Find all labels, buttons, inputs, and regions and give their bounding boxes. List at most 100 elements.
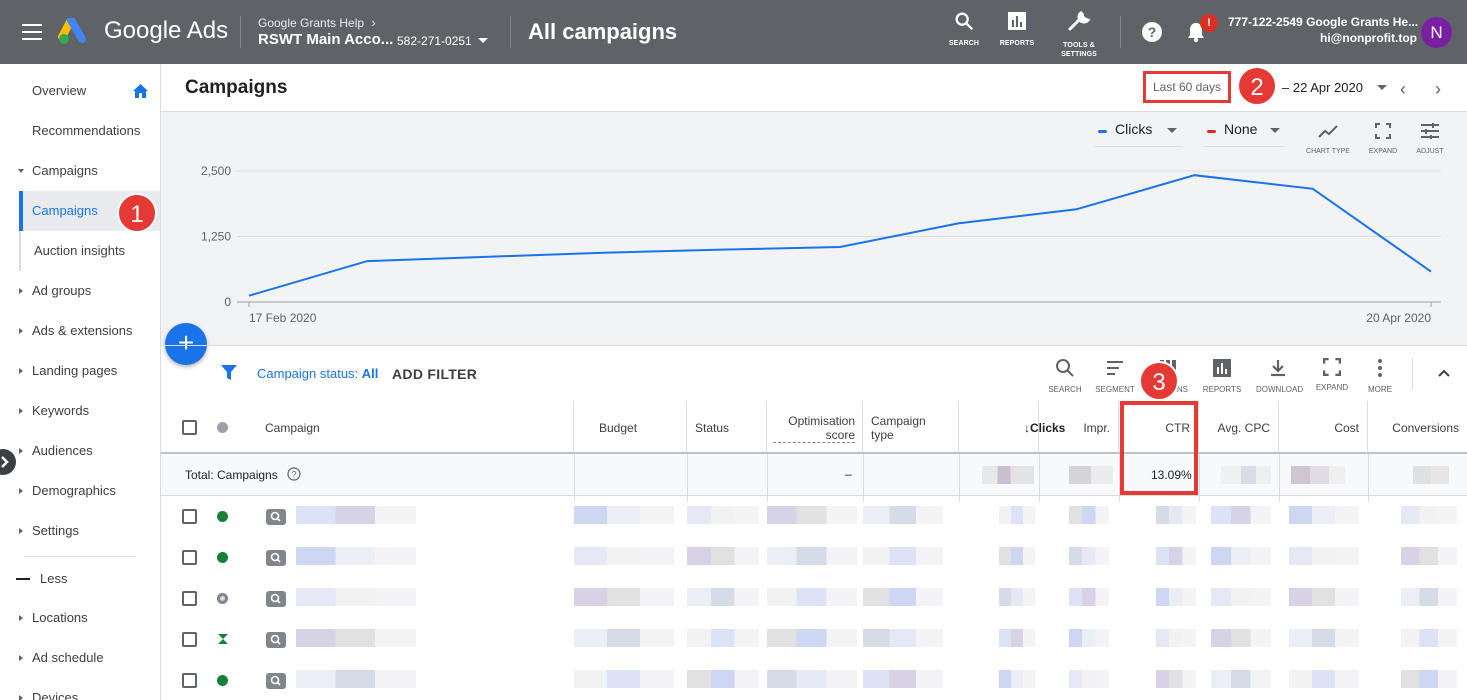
column-header-budget[interactable]: Budget <box>574 401 687 454</box>
nav-item-recommendations[interactable]: Recommendations <box>0 111 160 151</box>
nav-item-keywords[interactable]: Keywords <box>0 391 160 431</box>
column-header-cost[interactable]: Cost <box>1279 401 1368 454</box>
row-checkbox[interactable] <box>182 591 197 606</box>
chart-type-button[interactable]: CHART TYPE <box>1301 123 1355 156</box>
chevron-up-icon[interactable] <box>1437 368 1451 378</box>
expand-right-icon <box>19 488 23 494</box>
column-header-impr[interactable]: Impr. <box>1039 401 1119 454</box>
status-limited-icon <box>218 634 228 644</box>
redacted-value <box>687 588 759 606</box>
segment-button[interactable]: SEGMENT <box>1093 358 1137 395</box>
redacted-value <box>1211 547 1271 565</box>
nav-item-auction-insights[interactable]: Auction insights <box>19 231 160 271</box>
nav-item-locations[interactable]: Locations <box>0 598 160 638</box>
trending-up-icon <box>1318 125 1338 138</box>
nav-item-audiences[interactable]: Audiences <box>0 431 160 471</box>
nav-item-devices[interactable]: Devices <box>0 678 160 700</box>
nav-item-label: Ad groups <box>32 283 92 298</box>
column-header-campaign-type[interactable]: Campaign type <box>863 401 959 454</box>
column-header-clicks[interactable]: ↓ Clicks <box>959 401 1065 454</box>
date-range[interactable]: – 22 Apr 2020 <box>1282 80 1363 95</box>
row-checkbox[interactable] <box>182 509 197 524</box>
metric-selector-2[interactable]: None <box>1204 121 1284 147</box>
search-tool-button[interactable]: SEARCH <box>944 10 984 48</box>
nav-item-label: Less <box>40 571 68 586</box>
nav-item-overview[interactable]: Overview <box>0 71 160 111</box>
redacted-value <box>1156 670 1196 688</box>
download-button[interactable]: DOWNLOAD <box>1256 358 1303 395</box>
toolbar-divider <box>1412 358 1413 390</box>
nav-item-less[interactable]: Less <box>0 559 160 599</box>
date-preset-selector[interactable]: Last 60 days <box>1143 71 1231 103</box>
redacted-value <box>1289 670 1359 688</box>
table-row[interactable] <box>161 619 1467 660</box>
breadcrumb-manager[interactable]: Google Grants Help › <box>258 15 376 30</box>
user-email[interactable]: hi@nonprofit.top <box>1320 31 1417 45</box>
next-period-icon[interactable]: › <box>1435 79 1441 100</box>
column-header-campaign[interactable]: Campaign <box>161 401 574 454</box>
table-expand-button[interactable]: EXPAND <box>1310 358 1354 393</box>
account-dropdown-icon[interactable] <box>478 38 488 43</box>
nav-item-landing-pages[interactable]: Landing pages <box>0 351 160 391</box>
nav-item-demographics[interactable]: Demographics <box>0 471 160 511</box>
expand-right-icon <box>19 695 23 700</box>
date-dropdown-icon[interactable] <box>1377 85 1387 90</box>
table-row[interactable] <box>161 578 1467 619</box>
chart-expand-label: EXPAND <box>1368 148 1398 155</box>
redacted-value <box>767 588 857 606</box>
column-header-conversions[interactable]: Conversions <box>1368 401 1467 454</box>
table-row[interactable] <box>161 660 1467 700</box>
nav-item-ad-schedule[interactable]: Ad schedule <box>0 638 160 678</box>
google-ads-logo-icon <box>58 18 86 44</box>
series-color-swatch <box>1098 130 1107 133</box>
more-button[interactable]: MORE <box>1358 358 1402 395</box>
row-checkbox[interactable] <box>182 550 197 565</box>
nav-item-settings[interactable]: Settings <box>0 511 160 551</box>
chart-expand-button[interactable]: EXPAND <box>1362 123 1404 156</box>
chart-type-label: CHART TYPE <box>1306 148 1350 155</box>
row-checkbox[interactable] <box>182 632 197 647</box>
x-tick-label: 20 Apr 2020 <box>1366 311 1431 325</box>
column-label: Campaign <box>265 421 320 435</box>
menu-icon[interactable] <box>22 24 42 40</box>
previous-period-icon[interactable]: ‹ <box>1400 79 1406 100</box>
row-checkbox[interactable] <box>182 673 197 688</box>
redacted-value <box>1069 466 1113 484</box>
nav-collapse-handle[interactable] <box>0 449 16 475</box>
expand-icon <box>1375 123 1391 139</box>
redacted-value <box>1156 629 1196 647</box>
user-phone[interactable]: 777-122-2549 Google Grants He... <box>1228 15 1418 29</box>
nav-item-label: Campaigns <box>32 163 98 178</box>
chart-adjust-button[interactable]: ADJUST <box>1410 123 1450 156</box>
redacted-value <box>574 588 674 606</box>
column-header-optimisation-score[interactable]: Optimisation score <box>767 401 863 454</box>
redacted-value <box>574 629 674 647</box>
total-label: Total: Campaigns <box>185 468 278 482</box>
select-all-checkbox[interactable] <box>182 420 197 435</box>
redacted-value <box>982 466 1034 484</box>
nav-item-campaigns-group[interactable]: Campaigns <box>0 151 160 191</box>
redacted-value <box>1401 506 1457 524</box>
redacted-campaign-name <box>296 506 416 524</box>
table-reports-button[interactable]: REPORTS <box>1200 358 1244 395</box>
redacted-value <box>999 547 1035 565</box>
help-outline-icon[interactable]: ? <box>287 467 301 481</box>
tools-settings-button[interactable]: TOOLS & SETTINGS <box>1055 10 1103 59</box>
help-icon[interactable]: ? <box>1141 21 1163 43</box>
redacted-value <box>1069 547 1109 565</box>
nav-item-ads-extensions[interactable]: Ads & extensions <box>0 311 160 351</box>
table-row[interactable] <box>161 537 1467 578</box>
filter-icon[interactable] <box>221 365 237 381</box>
table-row[interactable] <box>161 496 1467 537</box>
reports-tool-button[interactable]: REPORTS <box>995 10 1039 48</box>
nav-item-ad-groups[interactable]: Ad groups <box>0 271 160 311</box>
table-search-button[interactable]: SEARCH <box>1043 358 1087 395</box>
account-name[interactable]: RSWT Main Acco... <box>258 31 393 48</box>
column-header-status[interactable]: Status <box>687 401 767 454</box>
redacted-value <box>687 547 759 565</box>
column-header-avg-cpc[interactable]: Avg. CPC <box>1199 401 1279 454</box>
add-filter-button[interactable]: ADD FILTER <box>392 366 477 382</box>
avatar[interactable]: N <box>1421 17 1452 48</box>
campaign-status-filter[interactable]: Campaign status: All <box>257 366 378 381</box>
metric-selector-1[interactable]: Clicks <box>1095 121 1181 147</box>
